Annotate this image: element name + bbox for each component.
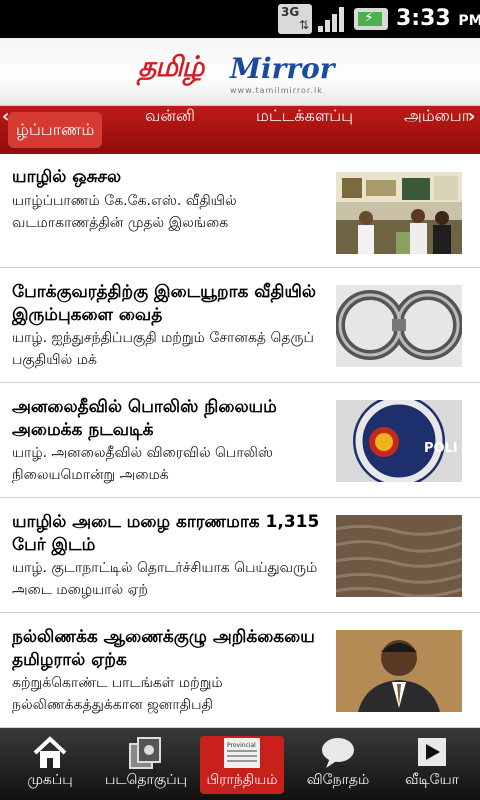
nav-provincial-button[interactable]: Provincial பிராந்தியம்	[194, 728, 290, 800]
news-headline: அனலைதீவில் பொலிஸ் நிலையம் அமைக்க நடவடிக்	[12, 397, 277, 440]
home-icon	[32, 736, 68, 770]
news-list[interactable]: யாழில் ஒசுசல யாழ்ப்பாணம் கே.கே.எஸ். வீதி…	[0, 154, 480, 728]
nav-fun-button[interactable]: விநோதம்	[290, 728, 386, 800]
tamil-mirror-logo: தமிழ் Mirror www.tamilmirror.lk	[138, 48, 342, 96]
tab-batticaloa[interactable]: மட்டக்களப்பு	[256, 106, 353, 154]
photo-gallery-icon	[128, 736, 164, 770]
speech-bubble-icon	[320, 736, 356, 770]
news-item[interactable]: போக்குவரத்திற்கு இடையூறாக வீதியில் இரும்…	[0, 269, 480, 383]
battery-charging-icon: ⚡	[354, 8, 388, 30]
news-thumbnail	[336, 630, 462, 712]
news-item[interactable]: யாழில் ஒசுசல யாழ்ப்பாணம் கே.கே.எஸ். வீதி…	[0, 154, 480, 268]
status-bar: 3G ⇅ ⚡ 3:33 PM	[0, 0, 480, 38]
news-item[interactable]: அனலைதீவில் பொலிஸ் நிலையம் அமைக்க நடவடிக்…	[0, 384, 480, 498]
region-tab-bar[interactable]: ‹ ழ்ப்பாணம் வன்னி மட்டக்களப்பு அம்பாை ›	[0, 106, 480, 154]
news-thumbnail	[336, 172, 462, 254]
news-thumbnail: POLI	[336, 400, 462, 482]
news-headline: யாழில் அடை மழை காரணமாக 1,315 பேர் இடம்	[12, 512, 320, 555]
news-summary: யாழ். குடாநாட்டில் தொடர்ச்சியாக பெய்துவர…	[12, 560, 318, 598]
logo-mirror-text: Mirror	[230, 52, 335, 85]
police-badge-photo: POLI	[336, 400, 462, 482]
nav-video-label: வீடியோ	[405, 772, 459, 788]
nav-gallery-label: படதொகுப்பு	[104, 772, 188, 788]
nav-provincial-label: பிராந்தியம்	[206, 772, 278, 788]
logo-tamil-text: தமிழ்	[138, 50, 204, 83]
pharmacy-photo	[336, 172, 462, 254]
tab-scroll-right-icon[interactable]: ›	[468, 106, 475, 154]
clock: 3:33 PM	[396, 6, 480, 31]
news-summary: யாழ்ப்பாணம் கே.கே.எஸ். வீதியில் வடமாகாணத…	[12, 193, 237, 231]
portrait-photo	[336, 630, 462, 712]
bottom-navigation: முகப்பு படதொகுப்பு Provincial பிராந்தியம…	[0, 728, 480, 800]
tab-ampara[interactable]: அம்பாை	[404, 106, 470, 154]
signal-icon	[316, 4, 350, 34]
news-summary: யாழ். அனலைதீவில் விரைவில் பொலிஸ் நிலையமொ…	[12, 445, 273, 483]
news-thumbnail	[336, 515, 462, 597]
3g-data-icon: 3G ⇅	[278, 4, 312, 34]
tab-jaffna[interactable]: ழ்ப்பாணம்	[8, 112, 103, 148]
news-headline: யாழில் ஒசுசல	[12, 167, 122, 187]
svg-text:Provincial: Provincial	[227, 742, 256, 749]
nav-home-label: முகப்பு	[27, 772, 73, 788]
nav-home-button[interactable]: முகப்பு	[2, 728, 98, 800]
news-summary: யாழ். ஐந்துசந்திப்பகுதி மற்றும் சோனகத் த…	[12, 330, 314, 368]
news-item[interactable]: நல்லிணக்க ஆணைக்குழு அறிக்கையை தமிழரால் ஏ…	[0, 614, 480, 728]
svg-text:POLI: POLI	[424, 441, 458, 456]
news-headline: போக்குவரத்திற்கு இடையூறாக வீதியில் இரும்…	[12, 282, 317, 325]
logo-url: www.tamilmirror.lk	[230, 86, 323, 95]
news-item[interactable]: யாழில் அடை மழை காரணமாக 1,315 பேர் இடம் ய…	[0, 499, 480, 613]
app-header: தமிழ் Mirror www.tamilmirror.lk	[0, 38, 480, 106]
nav-video-button[interactable]: வீடியோ	[384, 728, 480, 800]
news-summary: கற்றுக்கொண்ட பாடங்கள் மற்றும் நல்லிணக்கத…	[12, 675, 223, 713]
rain-water-photo	[336, 515, 462, 597]
nav-gallery-button[interactable]: படதொகுப்பு	[98, 728, 194, 800]
nav-fun-label: விநோதம்	[306, 772, 370, 788]
news-thumbnail	[336, 285, 462, 367]
video-play-icon	[414, 736, 450, 770]
provincial-news-icon: Provincial	[224, 736, 260, 770]
handcuffs-photo	[336, 285, 462, 367]
news-headline: நல்லிணக்க ஆணைக்குழு அறிக்கையை தமிழரால் ஏ…	[12, 627, 315, 670]
tab-vanni[interactable]: வன்னி	[145, 106, 195, 154]
